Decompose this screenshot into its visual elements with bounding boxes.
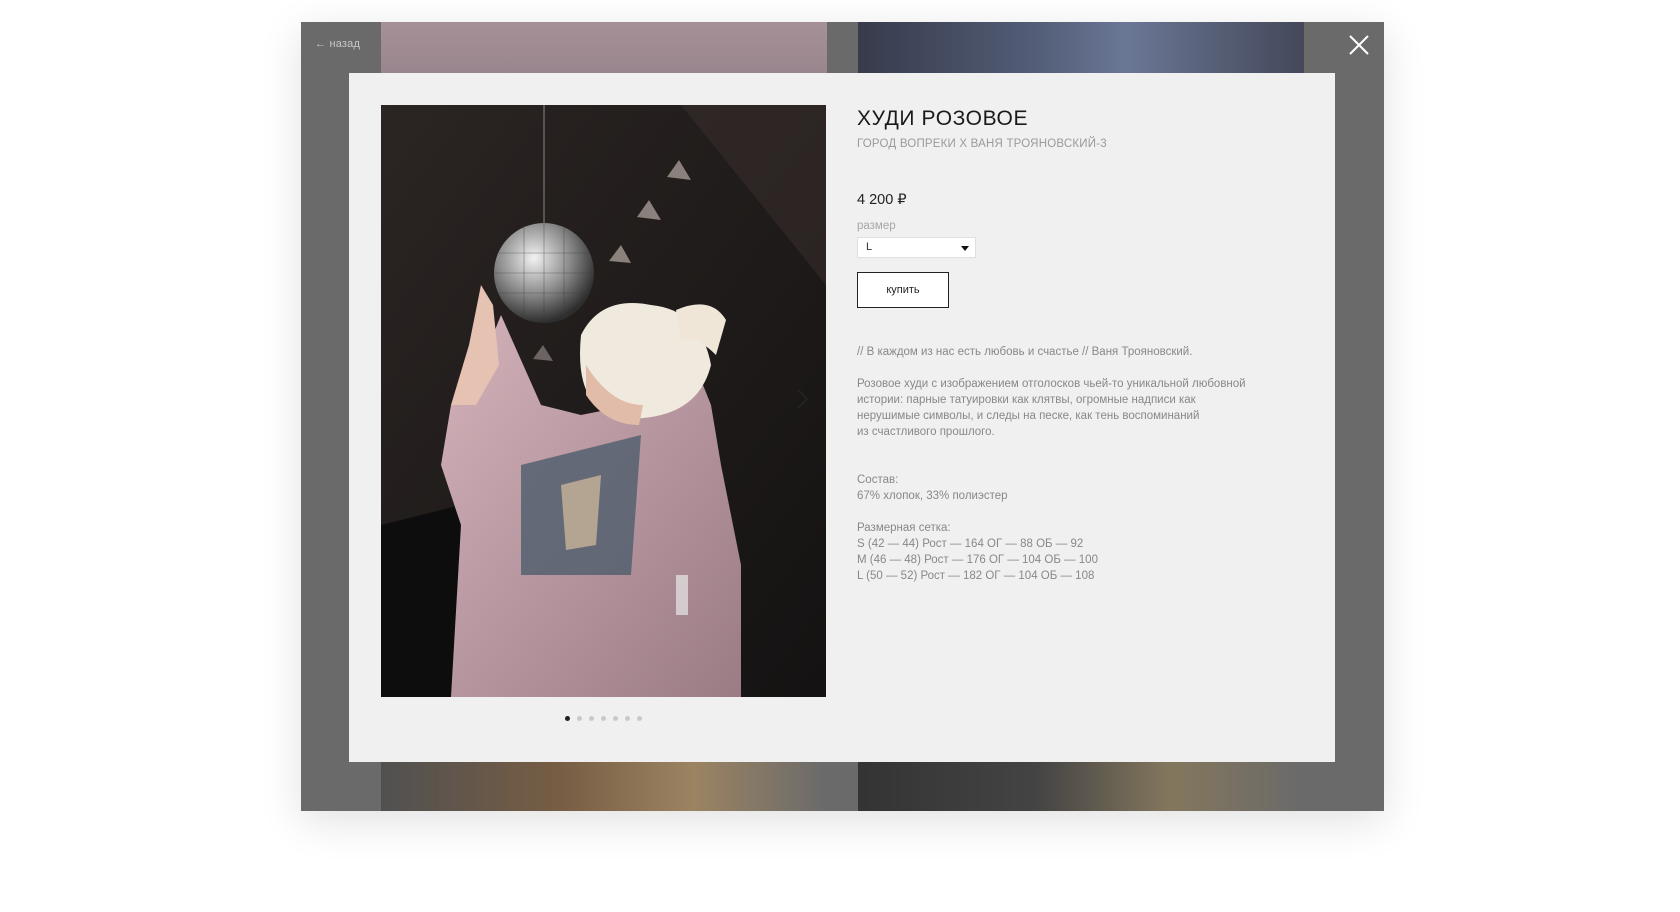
gallery-dot[interactable] [637,716,642,721]
size-chart-row: M (46 — 48) Рост — 176 ОГ — 104 ОБ — 100 [857,554,1098,566]
product-description: Розовое худи с изображением отголосков ч… [857,376,1307,440]
gallery-dot[interactable] [613,716,618,721]
gallery-dot[interactable] [625,716,630,721]
back-link[interactable]: ← назад [315,38,360,50]
size-label: размер [857,220,896,232]
size-chart-heading: Размерная сетка: [857,522,951,534]
caret-down-icon [961,246,969,251]
product-photo[interactable] [381,105,826,697]
chevron-right-icon[interactable] [792,387,812,411]
gallery-dots [349,716,858,721]
gallery-dot[interactable] [565,716,570,721]
product-quote: // В каждом из нас есть любовь и счастье… [857,346,1193,358]
gallery-dot[interactable] [589,716,594,721]
description-line: нерушимые символы, и следы на песке, как… [857,410,1200,422]
product-info: ХУДИ РОЗОВОЕ ГОРОД ВОПРЕКИ Х ВАНЯ ТРОЯНО… [857,105,1307,584]
background-product-tile [858,762,1304,811]
product-composition: Состав: 67% хлопок, 33% полиэстер [857,472,1307,504]
product-title: ХУДИ РОЗОВОЕ [857,107,1029,130]
composition-value: 67% хлопок, 33% полиэстер [857,490,1008,502]
size-chart: Размерная сетка: S (42 — 44) Рост — 164 … [857,520,1307,584]
size-chart-row: L (50 — 52) Рост — 182 ОГ — 104 ОБ — 108 [857,570,1095,582]
close-icon[interactable] [1348,34,1370,56]
description-line: Розовое худи с изображением отголосков ч… [857,378,1246,390]
background-product-tile [858,22,1304,74]
gallery-dot[interactable] [577,716,582,721]
background-product-tile [381,22,827,74]
lightbox-overlay: ← назад ХУДИ РОЗОВОЕ ГОРОД ВОПРЕКИ Х ВАН… [301,22,1384,811]
size-select[interactable]: L [857,237,976,258]
product-modal: ХУДИ РОЗОВОЕ ГОРОД ВОПРЕКИ Х ВАНЯ ТРОЯНО… [349,73,1335,762]
background-product-tile [381,762,827,811]
chevron-left-icon[interactable] [395,387,415,411]
gallery-dot[interactable] [601,716,606,721]
description-line: из счастливого прошлого. [857,426,995,438]
composition-heading: Состав: [857,474,899,486]
size-select-value: L [866,241,873,253]
buy-button[interactable]: купить [857,272,949,308]
size-chart-row: S (42 — 44) Рост — 164 ОГ — 88 ОБ — 92 [857,538,1084,550]
product-price: 4 200 ₽ [857,192,907,208]
description-line: истории: парные татуировки как клятвы, о… [857,394,1196,406]
product-subtitle: ГОРОД ВОПРЕКИ Х ВАНЯ ТРОЯНОВСКИЙ-3 [857,138,1107,150]
